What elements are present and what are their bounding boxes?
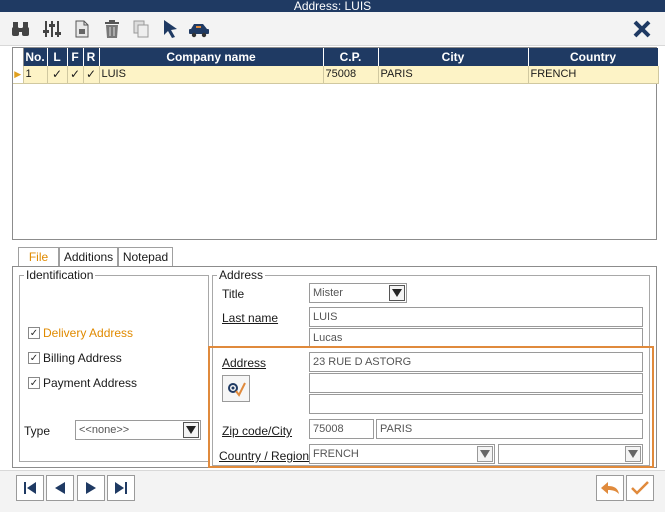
last-name-label: Last name bbox=[222, 311, 279, 325]
address-line-2-field[interactable] bbox=[309, 373, 643, 393]
address-label: Address bbox=[222, 356, 267, 370]
address-line-1-field[interactable]: 23 RUE D ASTORG bbox=[309, 352, 643, 372]
country-region-label: Country / Region bbox=[219, 449, 310, 463]
tab-notepad[interactable]: Notepad bbox=[118, 247, 173, 267]
payment-address-checkbox[interactable]: ✓ bbox=[28, 377, 40, 389]
cell-city: PARIS bbox=[378, 66, 529, 84]
identification-legend: Identification bbox=[26, 268, 94, 282]
column-header-city[interactable]: City bbox=[378, 48, 529, 66]
window-title: Address: LUIS bbox=[0, 0, 665, 12]
column-header-r[interactable]: R bbox=[83, 48, 100, 66]
title-select[interactable]: Mister bbox=[309, 283, 407, 303]
last-record-button[interactable] bbox=[107, 475, 135, 501]
zip-code-field[interactable]: 75008 bbox=[309, 419, 374, 439]
car-icon[interactable] bbox=[188, 18, 210, 40]
undo-arrow-icon bbox=[601, 482, 619, 494]
cell-r: ✓ bbox=[83, 66, 100, 84]
region-select[interactable] bbox=[498, 444, 643, 464]
column-header-country[interactable]: Country bbox=[528, 48, 659, 66]
title-select-value: Mister bbox=[313, 287, 343, 299]
payment-address-label: Payment Address bbox=[43, 376, 138, 390]
toolbar bbox=[0, 12, 665, 46]
first-name-field[interactable]: Lucas bbox=[309, 328, 643, 348]
tab-additions[interactable]: Additions bbox=[59, 247, 118, 267]
cell-cp: 75008 bbox=[323, 66, 379, 84]
new-document-icon[interactable] bbox=[71, 18, 93, 40]
cell-f: ✓ bbox=[67, 66, 84, 84]
delivery-address-checkbox[interactable]: ✓ bbox=[28, 327, 40, 339]
type-label: Type bbox=[24, 424, 51, 438]
previous-record-icon bbox=[55, 482, 65, 494]
delivery-address-label: Delivery Address bbox=[43, 326, 134, 340]
country-select[interactable]: FRENCH bbox=[309, 444, 495, 464]
type-select[interactable]: <<none>> bbox=[75, 420, 201, 440]
tab-file[interactable]: File bbox=[18, 247, 59, 267]
billing-address-label: Billing Address bbox=[43, 351, 122, 365]
confirm-button[interactable] bbox=[626, 475, 654, 501]
next-record-button[interactable] bbox=[77, 475, 105, 501]
cell-no: 1 bbox=[23, 66, 48, 84]
close-icon[interactable] bbox=[629, 16, 655, 42]
country-dropdown-icon[interactable] bbox=[477, 446, 493, 462]
billing-address-checkbox[interactable]: ✓ bbox=[28, 352, 40, 364]
column-header-f[interactable]: F bbox=[67, 48, 84, 66]
trash-icon[interactable] bbox=[101, 18, 123, 40]
city-field[interactable]: PARIS bbox=[376, 419, 643, 439]
checkmark-icon bbox=[631, 481, 649, 495]
column-header-company[interactable]: Company name bbox=[99, 48, 324, 66]
title-label: Title bbox=[222, 287, 245, 301]
region-dropdown-icon[interactable] bbox=[625, 446, 641, 462]
map-pin-check-icon bbox=[228, 382, 246, 397]
copy-icon[interactable] bbox=[130, 18, 152, 40]
binoculars-icon[interactable] bbox=[10, 18, 32, 40]
cell-country: FRENCH bbox=[528, 66, 659, 84]
title-dropdown-icon[interactable] bbox=[389, 285, 405, 301]
grid-header-row: No. L F R Company name C.P. City Country bbox=[13, 48, 659, 66]
next-record-icon bbox=[86, 482, 96, 494]
pointer-icon[interactable] bbox=[160, 18, 182, 40]
last-record-icon bbox=[115, 482, 127, 494]
address-lookup-button[interactable] bbox=[222, 375, 250, 402]
address-legend: Address bbox=[219, 268, 264, 282]
last-name-field[interactable]: LUIS bbox=[309, 307, 643, 327]
column-header-l[interactable]: L bbox=[47, 48, 68, 66]
column-header-cp[interactable]: C.P. bbox=[323, 48, 379, 66]
address-grid[interactable]: No. L F R Company name C.P. City Country… bbox=[12, 47, 659, 240]
country-select-value: FRENCH bbox=[313, 448, 359, 460]
undo-button[interactable] bbox=[596, 475, 624, 501]
first-record-icon bbox=[24, 482, 36, 494]
sliders-icon[interactable] bbox=[41, 18, 63, 40]
bottom-navigation-bar bbox=[0, 470, 665, 512]
type-select-value: <<none>> bbox=[79, 424, 130, 436]
current-row-indicator-icon: ▶ bbox=[13, 66, 24, 84]
row-indicator-header bbox=[13, 48, 24, 66]
previous-record-button[interactable] bbox=[46, 475, 74, 501]
cell-company: LUIS bbox=[99, 66, 324, 84]
type-dropdown-icon[interactable] bbox=[183, 422, 199, 438]
table-row[interactable]: ▶ 1 ✓ ✓ ✓ LUIS 75008 PARIS FRENCH bbox=[13, 66, 659, 84]
first-record-button[interactable] bbox=[16, 475, 44, 501]
cell-l: ✓ bbox=[47, 66, 68, 84]
address-line-3-field[interactable] bbox=[309, 394, 643, 414]
zip-city-label: Zip code/City bbox=[222, 424, 293, 438]
column-header-no[interactable]: No. bbox=[23, 48, 48, 66]
